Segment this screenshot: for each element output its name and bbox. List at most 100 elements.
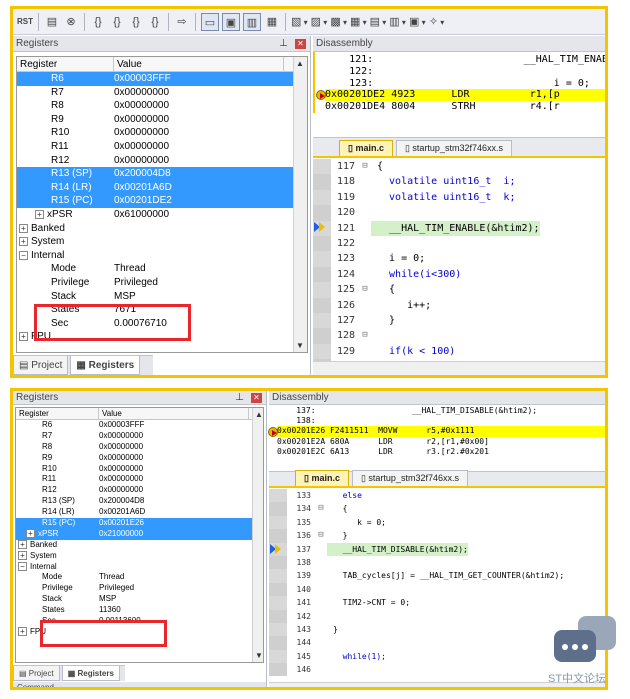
- breakpoint-gutter[interactable]: [313, 282, 331, 298]
- expand-icon[interactable]: +: [19, 223, 28, 233]
- register-row-r9[interactable]: R9 0x00000000: [16, 453, 263, 464]
- registers-window-icon[interactable]: ▦: [264, 13, 280, 31]
- source-line[interactable]: 120: [313, 205, 605, 221]
- command-window-label[interactable]: Command: [13, 682, 266, 687]
- source-code[interactable]: 117 ⊟{118 volatile uint16_t i; 119 volatil…: [313, 158, 605, 375]
- source-line[interactable]: 141 TIM2->CNT = 0;: [269, 596, 605, 610]
- source-line[interactable]: 124 while(i<300): [313, 266, 605, 283]
- disassembly-line[interactable]: 123: i = 0;: [325, 78, 605, 90]
- breakpoint-gutter[interactable]: [269, 529, 287, 543]
- register-row-r11[interactable]: R11 0x00000000: [16, 474, 263, 485]
- breakpoint-gutter[interactable]: [313, 328, 331, 344]
- disassembly-window-icon[interactable]: ▣: [222, 12, 240, 31]
- breakpoint-gutter[interactable]: [269, 596, 287, 610]
- toolbox-icon[interactable]: ✧: [429, 13, 445, 31]
- column-value[interactable]: Value: [114, 57, 284, 71]
- expand-icon[interactable]: +: [18, 550, 27, 560]
- source-line[interactable]: 137 __HAL_TIM_DISABLE(&htim2);: [269, 542, 605, 556]
- expand-icon[interactable]: −: [19, 250, 28, 260]
- analysis-icon[interactable]: ▤: [370, 13, 387, 31]
- breakpoint-gutter[interactable]: [313, 220, 331, 236]
- tab-project[interactable]: ▤ Project: [13, 666, 60, 681]
- scroll-up-icon[interactable]: ▲: [255, 410, 263, 419]
- disassembly-line[interactable]: 0x00201E2C 6A13 LDR r3.[r2.#0x201: [277, 447, 605, 457]
- register-row-r9[interactable]: R9 0x00000000: [17, 113, 307, 127]
- breakpoint-gutter[interactable]: [313, 159, 331, 175]
- register-row-r6[interactable]: R6 0x00003FFF: [17, 72, 307, 86]
- breakpoint-gutter[interactable]: [313, 343, 331, 360]
- fold-icon[interactable]: ⊟: [359, 328, 371, 343]
- expand-icon[interactable]: +: [18, 539, 27, 549]
- breakpoint-gutter[interactable]: [313, 266, 331, 283]
- disassembly-line[interactable]: 0x00201DE4 8004 STRH r4.[r: [325, 101, 605, 113]
- breakpoint-gutter[interactable]: [269, 636, 287, 650]
- register-row-r7[interactable]: R7 0x00000000: [16, 431, 263, 442]
- internal-row-mode[interactable]: Mode Thread: [16, 572, 263, 583]
- symbols-window-icon[interactable]: ▥: [243, 12, 261, 31]
- source-line[interactable]: 135 k = 0;: [269, 515, 605, 530]
- expand-icon[interactable]: −: [18, 561, 27, 571]
- register-group-system[interactable]: + System: [16, 550, 263, 562]
- step-over-icon[interactable]: {}: [109, 13, 125, 31]
- call-stack-icon[interactable]: ▧: [291, 13, 308, 31]
- file-tab-startup-stm32f746xx-s[interactable]: ▯ startup_stm32f746xx.s: [351, 470, 468, 486]
- breakpoint-gutter[interactable]: [269, 542, 287, 556]
- source-line[interactable]: 129 if(k < 100): [313, 343, 605, 360]
- internal-row-privilege[interactable]: Privilege Privileged: [16, 583, 263, 594]
- register-row-r12[interactable]: R12 0x00000000: [16, 485, 263, 496]
- step-into-icon[interactable]: {}: [90, 13, 106, 31]
- scroll-down-icon[interactable]: ▼: [296, 341, 304, 350]
- serial-icon[interactable]: ▦: [350, 13, 367, 31]
- fold-icon[interactable]: ⊟: [315, 529, 327, 542]
- column-value[interactable]: Value: [99, 408, 249, 419]
- breakpoint-gutter[interactable]: [313, 251, 331, 267]
- run-to-cursor-icon[interactable]: {}: [147, 13, 163, 31]
- internal-row-privilege[interactable]: Privilege Privileged: [17, 276, 307, 290]
- internal-row-stack[interactable]: Stack MSP: [17, 290, 307, 304]
- breakpoint-gutter[interactable]: [313, 174, 331, 190]
- register-row-xpsr[interactable]: + xPSR 0x61000000: [17, 208, 307, 222]
- internal-row-mode[interactable]: Mode Thread: [17, 262, 307, 276]
- register-row-r15[interactable]: R15 (PC) 0x00201DE2: [17, 194, 307, 208]
- register-row-r14[interactable]: R14 (LR) 0x00201A6D: [17, 180, 307, 195]
- system-viewer-icon[interactable]: ▣: [409, 13, 426, 31]
- register-row-r12[interactable]: R12 0x00000000: [17, 154, 307, 168]
- breakpoint-gutter[interactable]: [269, 502, 287, 516]
- breakpoint-gutter[interactable]: [269, 582, 287, 597]
- breakpoint-gutter[interactable]: [269, 663, 287, 677]
- arrow-icon[interactable]: ⇨: [174, 13, 190, 31]
- column-register[interactable]: Register: [17, 57, 114, 71]
- register-group-banked[interactable]: + Banked: [17, 222, 307, 236]
- close-icon[interactable]: ✕: [295, 39, 306, 49]
- breakpoint-gutter[interactable]: [269, 609, 287, 623]
- source-line[interactable]: 128 ⊟: [313, 328, 605, 344]
- step-icon[interactable]: ▤: [44, 13, 60, 31]
- source-line[interactable]: 127 }: [313, 312, 605, 329]
- expand-icon[interactable]: +: [18, 626, 27, 636]
- vertical-scrollbar[interactable]: ▲ ▼: [293, 57, 307, 352]
- column-register[interactable]: Register: [16, 408, 99, 419]
- breakpoint-gutter[interactable]: [269, 489, 287, 503]
- memory-icon[interactable]: ▩: [330, 13, 347, 31]
- expand-icon[interactable]: +: [19, 332, 28, 342]
- file-tab-main-c[interactable]: ▯ main.c: [295, 470, 349, 486]
- register-group-internal[interactable]: − Internal: [16, 561, 263, 573]
- register-row-r7[interactable]: R7 0x00000000: [17, 86, 307, 100]
- internal-row-states[interactable]: States 11360: [16, 605, 263, 616]
- register-row-r6[interactable]: R6 0x00003FFF: [16, 420, 263, 431]
- breakpoint-gutter[interactable]: [269, 555, 287, 570]
- source-line[interactable]: 133 else: [269, 489, 605, 503]
- breakpoint-gutter[interactable]: [313, 205, 331, 221]
- tab-project[interactable]: ▤ Project: [13, 356, 69, 375]
- close-icon[interactable]: ✕: [251, 393, 262, 403]
- source-line[interactable]: 134 ⊟ {: [269, 502, 605, 516]
- register-row-r15[interactable]: R15 (PC) 0x00201E26: [16, 518, 263, 529]
- source-line[interactable]: 125 ⊟ {: [313, 282, 605, 298]
- fold-icon[interactable]: ⊟: [359, 282, 371, 297]
- expand-icon[interactable]: +: [26, 528, 35, 538]
- watch-icon[interactable]: ▨: [311, 13, 328, 31]
- vertical-scrollbar[interactable]: ▲ ▼: [252, 408, 263, 662]
- disassembly-listing[interactable]: 137: __HAL_TIM_DISABLE(&htim2); 138: 0x00…: [268, 405, 605, 457]
- pin-icon[interactable]: ⊥: [235, 391, 244, 405]
- chat-bubble-icon[interactable]: [552, 614, 616, 668]
